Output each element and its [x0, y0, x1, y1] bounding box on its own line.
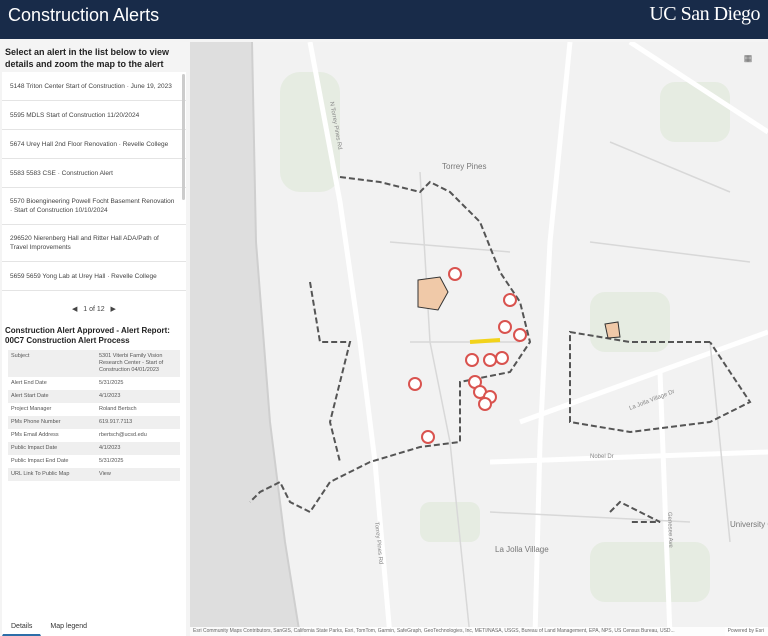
detail-key: Alert Start Date [11, 393, 49, 399]
detail-value: 5/31/2025 [99, 380, 124, 386]
app-title: Construction Alerts [8, 5, 160, 25]
list-item[interactable]: 5570 Bioengineering Powell Focht Basemen… [2, 188, 186, 225]
detail-row: Alert Start Date 4/1/2023 [8, 390, 180, 403]
detail-value: Roland Bertsch [99, 406, 137, 412]
detail-row: URL Link To Public Map View [8, 468, 180, 481]
construction-zone[interactable] [604, 321, 621, 339]
basemap-grid-icon[interactable]: ▦ [742, 52, 754, 64]
detail-row: Public Impact End Date 5/31/2025 [8, 455, 180, 468]
road-label-genesee-ave: Genesee Ave [666, 512, 673, 549]
alert-marker[interactable] [448, 267, 462, 281]
detail-key: Public Impact Date [11, 445, 58, 451]
detail-title: Construction Alert Approved - Alert Repo… [5, 326, 170, 345]
alert-marker[interactable] [408, 377, 422, 391]
list-item[interactable]: 5583 5583 CSE · Construction Alert [2, 159, 186, 188]
alert-marker[interactable] [478, 397, 492, 411]
pager: ◀ 1 of 12 ▶ [2, 300, 186, 320]
powered-by-esri[interactable]: Powered by Esri [724, 627, 764, 636]
detail-value: 5301 Viterbi Family Vision Research Cent… [99, 353, 164, 373]
detail-value: 619.917.7113 [99, 419, 133, 425]
parks [280, 72, 730, 602]
page-indicator: 1 of 12 [83, 306, 105, 313]
map-view[interactable]: Torrey Pines La Jolla Village University… [190, 42, 768, 636]
detail-value: 5/31/2025 [99, 458, 124, 464]
detail-value: 4/1/2023 [99, 445, 121, 451]
detail-key: Public Impact End Date [11, 458, 69, 464]
detail-value: 4/1/2023 [99, 393, 121, 399]
detail-key: PMs Email Address [11, 432, 59, 438]
detail-key: URL Link To Public Map [11, 471, 70, 477]
alert-marker[interactable] [465, 353, 479, 367]
list-scrollbar[interactable] [182, 74, 185, 200]
detail-key: Project Manager [11, 406, 52, 412]
detail-table: Subject 5301 Viterbi Family Vision Resear… [8, 350, 180, 481]
app-header: Construction Alerts UC San Diego [0, 0, 768, 39]
list-item[interactable]: 5148 Triton Center Start of Construction… [2, 72, 186, 101]
detail-row: Project Manager Roland Bertsch [8, 403, 180, 416]
alert-marker[interactable] [495, 351, 509, 365]
tab-map-legend[interactable]: Map legend [41, 618, 96, 636]
prev-page-button[interactable]: ◀ [72, 306, 77, 313]
next-page-button[interactable]: ▶ [111, 306, 116, 313]
alert-marker[interactable] [498, 320, 512, 334]
detail-row: Alert End Date 5/31/2025 [8, 377, 180, 390]
alert-marker[interactable] [503, 293, 517, 307]
campus-boundary [249, 176, 752, 523]
path-closure [469, 338, 501, 344]
detail-key: Subject [11, 353, 30, 359]
list-item[interactable]: 296520 Nierenberg Hall and Ritter Hall A… [2, 225, 186, 262]
detail-row: PMs Email Address rbertsch@ucsd.edu [8, 429, 180, 442]
map-label: Torrey Pines [442, 162, 486, 171]
detail-key: PMs Phone Number [11, 419, 61, 425]
list-item[interactable]: 5659 5659 Yong Lab at Urey Hall · Revell… [2, 262, 186, 291]
detail-row: PMs Phone Number 619.917.7113 [8, 416, 180, 429]
map-label: La Jolla Village [495, 545, 549, 554]
alert-marker[interactable] [421, 430, 435, 444]
map-canvas[interactable]: Torrey Pines La Jolla Village University… [190, 42, 768, 636]
alert-marker[interactable] [513, 328, 527, 342]
detail-value[interactable]: View [96, 468, 180, 481]
detail-value: rbertsch@ucsd.edu [99, 432, 147, 438]
alert-detail: Construction Alert Approved - Alert Repo… [2, 322, 186, 622]
alert-list: 5148 Triton Center Start of Construction… [2, 72, 186, 338]
left-panel: Select an alert in the list below to vie… [0, 42, 188, 636]
map-label: University City [730, 520, 768, 529]
panel-tabs: Details Map legend [2, 618, 186, 636]
detail-row: Subject 5301 Viterbi Family Vision Resear… [8, 350, 180, 377]
list-item[interactable]: 5674 Urey Hall 2nd Floor Renovation · Re… [2, 130, 186, 159]
tab-details[interactable]: Details [2, 618, 42, 636]
road-label-la-jolla-village-dr: La Jolla Village Dr [629, 389, 676, 412]
attribution-text: Esri Community Maps Contributors, SanGIS… [193, 628, 675, 634]
ucsd-logo[interactable]: UC San Diego [649, 3, 760, 26]
list-item[interactable]: 5595 MDLS Start of Construction 11/20/20… [2, 101, 186, 130]
map-attribution: Esri Community Maps Contributors, SanGIS… [190, 627, 768, 636]
construction-zone[interactable] [417, 276, 449, 311]
alert-marker[interactable] [483, 353, 497, 367]
detail-row: Public Impact Date 4/1/2023 [8, 442, 180, 455]
road-label-nobel-dr: Nobel Dr [590, 454, 614, 460]
detail-key: Alert End Date [11, 380, 47, 386]
